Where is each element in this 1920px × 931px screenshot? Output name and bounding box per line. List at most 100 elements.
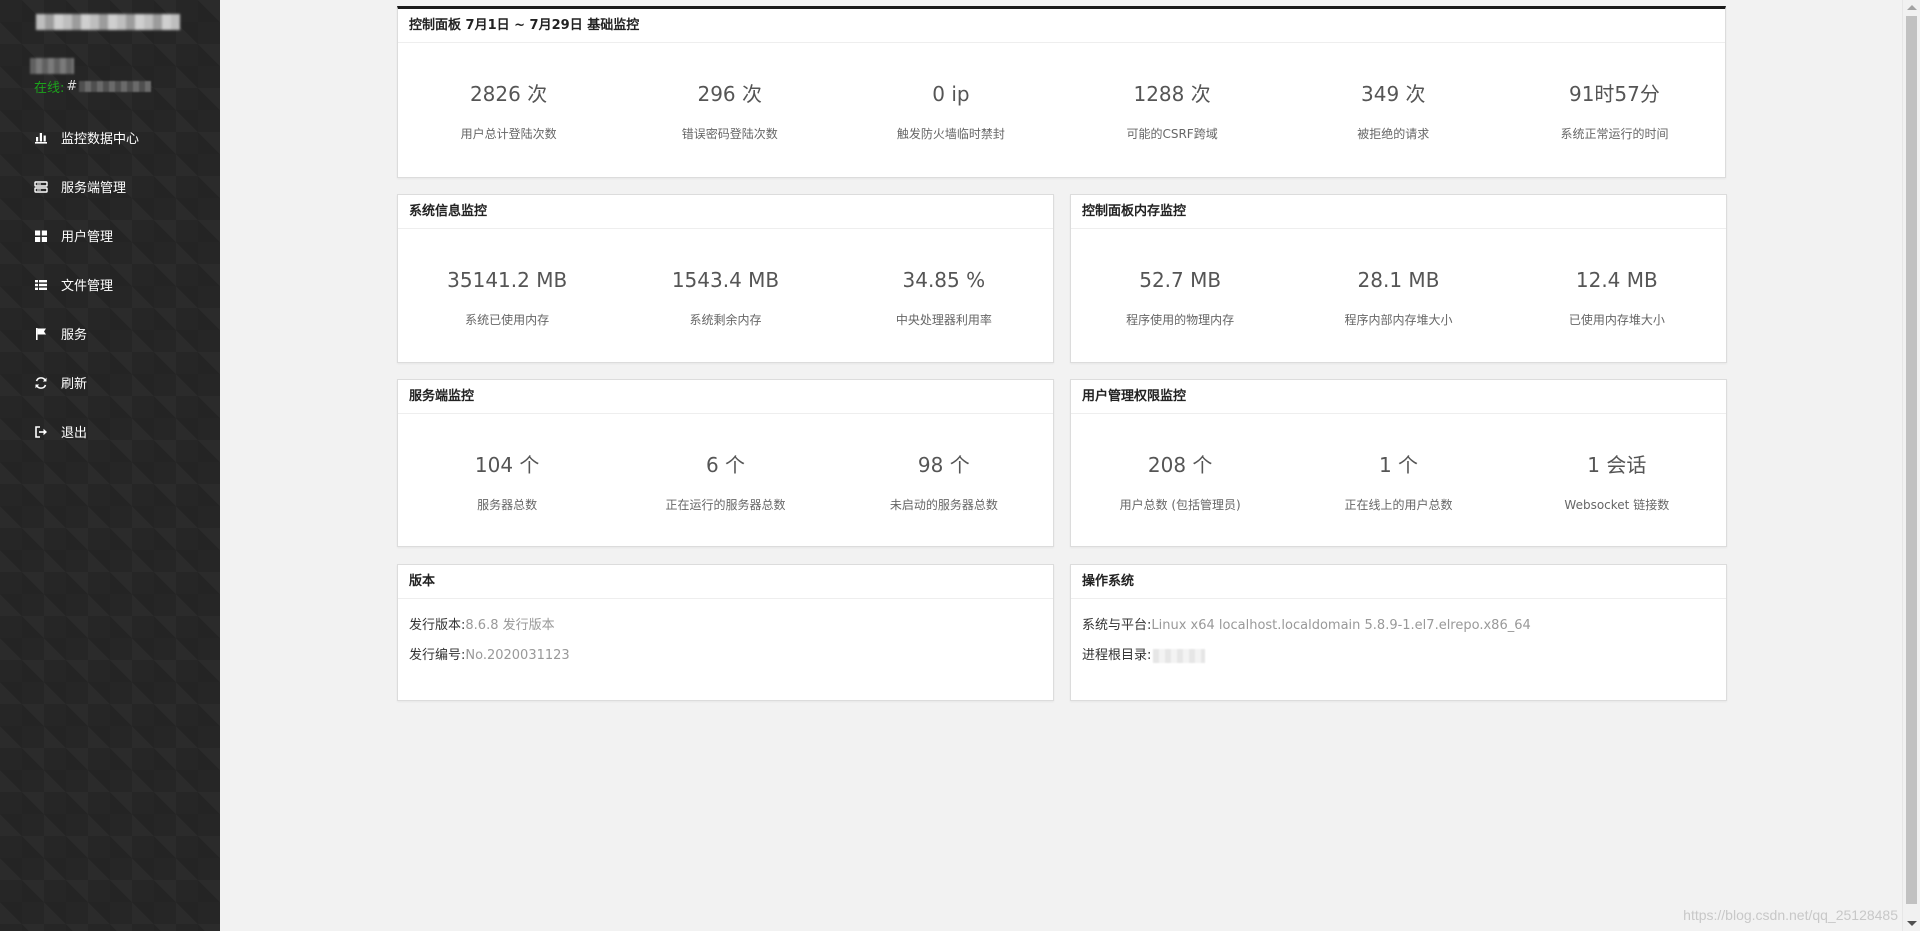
- sidebar-item-monitor[interactable]: 监控数据中心: [0, 113, 220, 162]
- stat-value: 208 个: [1147, 453, 1213, 477]
- stat-value: 35141.2 MB: [447, 268, 568, 292]
- user-permission-panel: 用户管理权限监控 208 个 用户总数 (包括管理员) 1 个 正在线上的用户总…: [1070, 379, 1727, 547]
- sidebar-item-refresh[interactable]: 刷新: [0, 358, 220, 407]
- stat-used-memory: 35141.2 MB 系统已使用内存: [398, 229, 616, 328]
- stat-row: 104 个 服务器总数 6 个 正在运行的服务器总数 98 个 未启动的服务器总…: [398, 414, 1053, 513]
- stat-value: 52.7 MB: [1139, 268, 1222, 292]
- sidebar: 在线: # 监控数据中心 服务端管理 用户管理 文件管理 服务 刷新 退出: [0, 0, 220, 931]
- stat-rejected-requests: 349 次 被拒绝的请求: [1283, 43, 1504, 142]
- stat-total-logins: 2826 次 用户总计登陆次数: [398, 43, 619, 142]
- panel-title: 系统信息监控: [398, 195, 1053, 229]
- online-status: 在线: #: [34, 77, 152, 96]
- stat-row: 35141.2 MB 系统已使用内存 1543.4 MB 系统剩余内存 34.8…: [398, 229, 1053, 328]
- stat-label: 被拒绝的请求: [1357, 127, 1430, 141]
- vertical-scrollbar[interactable]: [1902, 0, 1920, 931]
- stat-value: 296 次: [697, 82, 763, 106]
- stat-physical-memory: 52.7 MB 程序使用的物理内存: [1071, 229, 1289, 328]
- scroll-up-arrow-icon[interactable]: [1907, 5, 1917, 10]
- panel-title: 服务端监控: [398, 380, 1053, 414]
- stat-server-total: 104 个 服务器总数: [398, 414, 616, 513]
- stat-label: 服务器总数: [477, 498, 538, 512]
- stat-label: 系统正常运行的时间: [1560, 127, 1669, 141]
- sidebar-item-user-management[interactable]: 用户管理: [0, 211, 220, 260]
- stat-websocket-links: 1 会话 Websocket 链接数: [1508, 414, 1726, 513]
- basic-monitor-panel: 控制面板 7月1日 ~ 7月29日 基础监控 2826 次 用户总计登陆次数 2…: [397, 6, 1726, 178]
- release-version-key: 发行版本:: [409, 618, 466, 633]
- platform-key: 系统与平台:: [1082, 618, 1152, 633]
- scrollbar-thumb[interactable]: [1906, 16, 1917, 904]
- sidebar-item-label: 文件管理: [61, 279, 114, 294]
- os-info: 系统与平台: Linux x64 localhost.localdomain 5…: [1071, 599, 1726, 683]
- stat-label: 触发防火墙临时禁封: [896, 127, 1005, 141]
- sidebar-item-label: 服务端管理: [61, 181, 127, 196]
- stat-servers-stopped: 98 个 未启动的服务器总数: [835, 414, 1053, 513]
- version-panel: 版本 发行版本: 8.6.8 发行版本 发行编号: No.2020031123: [397, 564, 1054, 701]
- sidebar-item-label: 刷新: [61, 377, 88, 392]
- sidebar-item-label: 服务: [61, 328, 88, 343]
- stat-users-online: 1 个 正在线上的用户总数: [1289, 414, 1507, 513]
- stat-cpu-usage: 34.85 % 中央处理器利用率: [835, 229, 1053, 328]
- stat-value: 98 个: [917, 453, 970, 477]
- user-name-blurred: [30, 58, 74, 74]
- stat-label: 可能的CSRF跨域: [1126, 127, 1218, 141]
- sidebar-item-file-management[interactable]: 文件管理: [0, 260, 220, 309]
- stat-value: 34.85 %: [902, 268, 986, 292]
- server-icon: [34, 180, 48, 194]
- process-root-key: 进程根目录:: [1082, 648, 1152, 663]
- stat-heap-size: 28.1 MB 程序内部内存堆大小: [1289, 229, 1507, 328]
- stat-label: 已使用内存堆大小: [1568, 313, 1665, 327]
- panel-title: 版本: [398, 565, 1053, 599]
- watermark: https://blog.csdn.net/qq_25128485: [1683, 907, 1898, 923]
- sidebar-item-logout[interactable]: 退出: [0, 407, 220, 456]
- system-info-panel: 系统信息监控 35141.2 MB 系统已使用内存 1543.4 MB 系统剩余…: [397, 194, 1054, 363]
- stat-label: 正在运行的服务器总数: [665, 498, 786, 512]
- brand-logo-blurred: [36, 14, 180, 30]
- list-icon: [34, 278, 48, 292]
- main-content: 控制面板 7月1日 ~ 7月29日 基础监控 2826 次 用户总计登陆次数 2…: [220, 0, 1902, 931]
- process-root-row: 进程根目录:: [1082, 641, 1715, 671]
- stat-label: 正在线上的用户总数: [1344, 498, 1453, 512]
- panel-title: 控制面板 7月1日 ~ 7月29日 基础监控: [398, 9, 1725, 43]
- stat-label: 用户总数 (包括管理员): [1119, 498, 1241, 512]
- stat-value: 0 ip: [932, 82, 970, 106]
- sidebar-item-server-management[interactable]: 服务端管理: [0, 162, 220, 211]
- os-panel: 操作系统 系统与平台: Linux x64 localhost.localdom…: [1070, 564, 1727, 701]
- build-number-row: 发行编号: No.2020031123: [409, 641, 1042, 671]
- sidebar-item-label: 用户管理: [61, 230, 114, 245]
- panel-title: 用户管理权限监控: [1071, 380, 1726, 414]
- stat-value: 1288 次: [1133, 82, 1211, 106]
- stat-label: 未启动的服务器总数: [889, 498, 998, 512]
- stat-value: 1543.4 MB: [671, 268, 780, 292]
- sidebar-item-label: 监控数据中心: [61, 132, 140, 147]
- stat-firewall-bans: 0 ip 触发防火墙临时禁封: [840, 43, 1061, 142]
- online-id-prefix: #: [66, 79, 78, 94]
- stat-value: 6 个: [705, 453, 746, 477]
- stat-value: 1 会话: [1587, 453, 1647, 477]
- release-version-row: 发行版本: 8.6.8 发行版本: [409, 611, 1042, 641]
- sign-out-icon: [34, 425, 48, 439]
- panel-title: 控制面板内存监控: [1071, 195, 1726, 229]
- platform-value: Linux x64 localhost.localdomain 5.8.9-1.…: [1151, 618, 1531, 633]
- stat-servers-running: 6 个 正在运行的服务器总数: [616, 414, 834, 513]
- bar-chart-icon: [34, 131, 48, 145]
- stat-user-total: 208 个 用户总数 (包括管理员): [1071, 414, 1289, 513]
- stat-label: 程序内部内存堆大小: [1344, 313, 1453, 327]
- stat-value: 28.1 MB: [1357, 268, 1440, 292]
- stat-row: 2826 次 用户总计登陆次数 296 次 错误密码登陆次数 0 ip 触发防火…: [398, 43, 1725, 142]
- stat-free-memory: 1543.4 MB 系统剩余内存: [616, 229, 834, 328]
- refresh-icon: [34, 376, 48, 390]
- scroll-down-arrow-icon[interactable]: [1907, 921, 1917, 926]
- stat-csrf: 1288 次 可能的CSRF跨域: [1062, 43, 1283, 142]
- online-id-blurred: [79, 81, 152, 92]
- build-number-value: No.2020031123: [465, 648, 570, 663]
- stat-heap-used: 12.4 MB 已使用内存堆大小: [1508, 229, 1726, 328]
- build-number-key: 发行编号:: [409, 648, 466, 663]
- sidebar-item-services[interactable]: 服务: [0, 309, 220, 358]
- stat-label: 系统剩余内存: [689, 313, 762, 327]
- stat-label: 程序使用的物理内存: [1126, 313, 1235, 327]
- stat-label: 中央处理器利用率: [895, 313, 992, 327]
- stat-label: 错误密码登陆次数: [681, 127, 778, 141]
- stat-value: 2826 次: [469, 82, 548, 106]
- stat-row: 208 个 用户总数 (包括管理员) 1 个 正在线上的用户总数 1 会话 We…: [1071, 414, 1726, 513]
- release-version-value: 8.6.8 发行版本: [465, 618, 555, 633]
